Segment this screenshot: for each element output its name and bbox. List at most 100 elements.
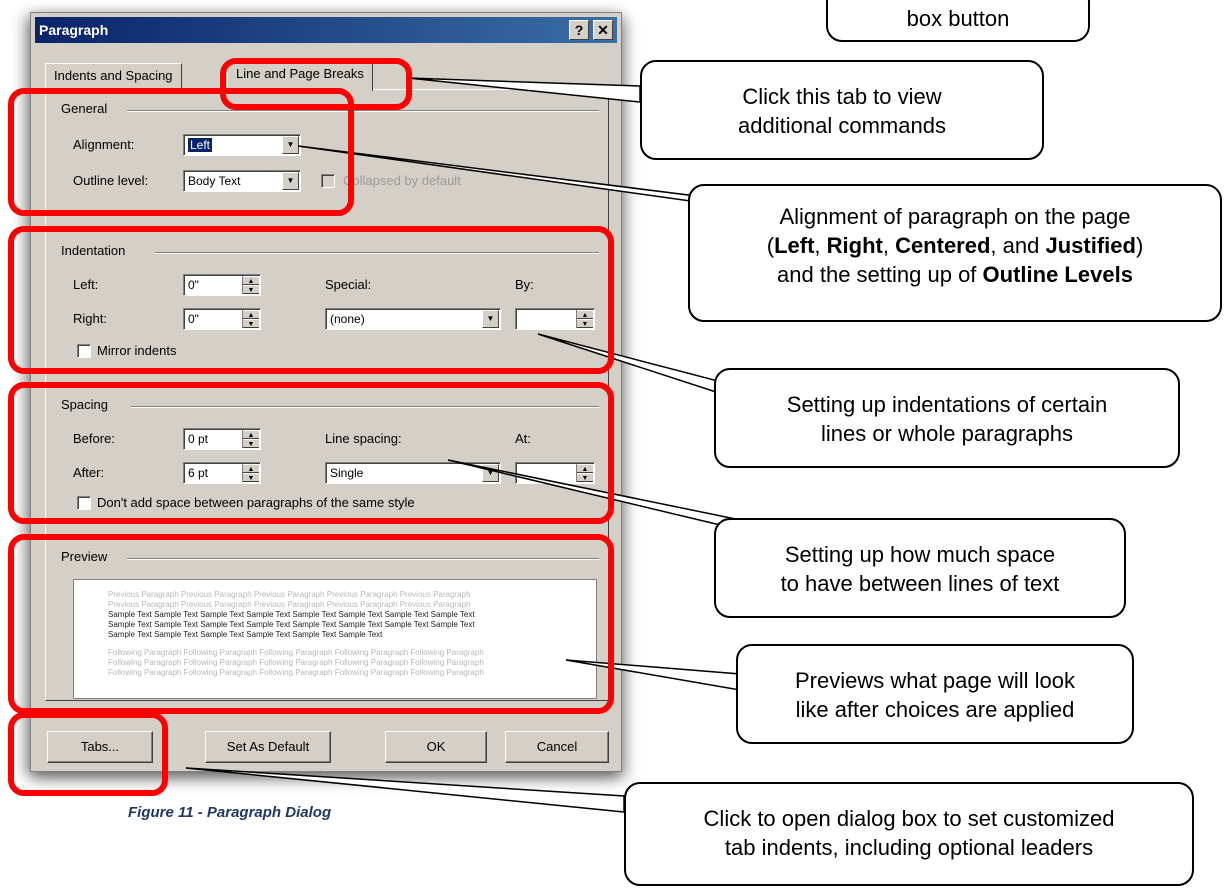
left-indent-spinner[interactable]: ▲ ▼ — [242, 276, 259, 294]
callout-spacing: Setting up how much space to have betwee… — [714, 518, 1126, 618]
chevron-down-icon[interactable]: ▼ — [482, 310, 499, 328]
callout-spacing-line: to have between lines of text — [780, 571, 1060, 596]
preview-sample-line: Sample Text Sample Text Sample Text Samp… — [108, 610, 475, 619]
paragraph-dialog: Paragraph ? ✕ Indents and Spacing Line a… — [30, 12, 622, 772]
right-indent-value: 0" — [188, 312, 199, 326]
callout-indentation-line: lines or whole paragraphs — [821, 421, 1073, 446]
dont-add-space-label: Don't add space between paragraphs of th… — [97, 495, 415, 510]
title-bar: Paragraph ? ✕ — [35, 17, 617, 43]
callout-tab-line: additional commands — [738, 113, 946, 138]
callout-preview: Previews what page will look like after … — [736, 644, 1134, 744]
callout-tabs-line: tab indents, including optional leaders — [724, 835, 1094, 860]
spacing-divider — [131, 406, 599, 408]
line-spacing-select[interactable]: Single ▼ — [325, 462, 501, 484]
cancel-button[interactable]: Cancel — [505, 731, 609, 763]
figure-caption: Figure 11 - Paragraph Dialog — [128, 804, 332, 821]
chevron-down-icon[interactable]: ▼ — [482, 464, 499, 482]
paren-close: ) — [1135, 233, 1144, 258]
tabs-button[interactable]: Tabs... — [47, 731, 153, 763]
right-indent-spinner[interactable]: ▲ ▼ — [242, 310, 259, 328]
right-indent-label: Right: — [73, 311, 107, 326]
general-divider — [127, 110, 599, 112]
callout-alignment: Alignment of paragraph on the page (Left… — [688, 184, 1222, 322]
callout-tabs-line: Click to open dialog box to set customiz… — [703, 806, 1115, 831]
before-label: Before: — [73, 431, 115, 446]
preview-previous-line: Previous Paragraph Previous Paragraph Pr… — [108, 600, 471, 609]
callout-top-text: box button — [906, 6, 1010, 31]
bold-right: Right — [826, 233, 883, 258]
after-value: 6 pt — [188, 466, 209, 480]
special-value: (none) — [330, 312, 365, 326]
after-input[interactable]: 6 pt ▲ ▼ — [183, 462, 261, 484]
special-select[interactable]: (none) ▼ — [325, 308, 501, 330]
before-spinner[interactable]: ▲ ▼ — [242, 430, 259, 448]
callout-tab: Click this tab to view additional comman… — [640, 60, 1044, 160]
paren-open: ( — [766, 233, 775, 258]
mirror-indents-checkbox[interactable] — [77, 344, 91, 358]
at-input[interactable]: ▲ ▼ — [515, 462, 595, 484]
preview-following-line: Following Paragraph Following Paragraph … — [108, 658, 484, 667]
outline-level-value: Body Text — [188, 174, 241, 188]
alignment-select[interactable]: Left ▼ — [183, 134, 301, 156]
tab-indents-and-spacing[interactable]: Indents and Spacing — [45, 63, 182, 89]
line-spacing-value: Single — [330, 466, 364, 480]
at-label: At: — [515, 431, 531, 446]
outline-level-label: Outline level: — [73, 173, 149, 188]
callout-indentation: Setting up indentations of certain lines… — [714, 368, 1180, 468]
dialog-title: Paragraph — [39, 22, 109, 38]
callout-tabs: Click to open dialog box to set customiz… — [624, 782, 1194, 886]
preview-sample-line: Sample Text Sample Text Sample Text Samp… — [108, 630, 383, 639]
before-value: 0 pt — [188, 432, 209, 446]
set-as-default-button[interactable]: Set As Default — [205, 731, 331, 763]
bold-outline-levels: Outline Levels — [982, 262, 1133, 287]
bold-left: Left — [774, 233, 815, 258]
indentation-divider — [155, 252, 599, 254]
preview-group-label: Preview — [61, 549, 114, 564]
close-icon: ✕ — [597, 22, 609, 38]
bold-centered: Centered — [895, 233, 991, 258]
sep: , — [882, 233, 896, 258]
sep: , and — [990, 233, 1046, 258]
indentation-group-label: Indentation — [61, 243, 132, 258]
mirror-indents-label: Mirror indents — [97, 343, 177, 358]
collapsed-checkbox[interactable] — [321, 174, 335, 188]
sep: , — [814, 233, 827, 258]
left-indent-input[interactable]: 0" ▲ ▼ — [183, 274, 261, 296]
callout-alignment-line: (Left, Right, Centered, and Justified) — [690, 231, 1220, 260]
preview-divider — [127, 558, 599, 560]
left-indent-label: Left: — [73, 277, 99, 292]
special-label: Special: — [325, 277, 372, 292]
at-spinner[interactable]: ▲ ▼ — [576, 464, 593, 482]
preview-following-line: Following Paragraph Following Paragraph … — [108, 668, 484, 677]
after-spinner[interactable]: ▲ ▼ — [242, 464, 259, 482]
left-indent-value: 0" — [188, 278, 199, 292]
dont-add-space-checkbox[interactable] — [77, 496, 91, 510]
chevron-down-icon[interactable]: ▼ — [282, 172, 299, 190]
collapsed-label: Collapsed by default — [343, 173, 461, 188]
callout-preview-line: like after choices are applied — [795, 697, 1075, 722]
by-spinner[interactable]: ▲ ▼ — [576, 310, 593, 328]
preview-following-line: Following Paragraph Following Paragraph … — [108, 648, 484, 657]
by-input[interactable]: ▲ ▼ — [515, 308, 595, 330]
before-input[interactable]: 0 pt ▲ ▼ — [183, 428, 261, 450]
callout-indentation-line: Setting up indentations of certain — [786, 392, 1108, 417]
preview-pane: Previous Paragraph Previous Paragraph Pr… — [73, 579, 597, 699]
alignment-value: Left — [188, 138, 213, 152]
callout-tab-line: Click this tab to view — [742, 84, 942, 109]
close-button[interactable]: ✕ — [593, 20, 613, 40]
callout-spacing-line: Setting up how much space — [784, 542, 1056, 567]
callout-alignment-line: and the setting up of Outline Levels — [690, 260, 1220, 289]
chevron-down-icon[interactable]: ▼ — [282, 136, 299, 154]
tab-line-and-page-breaks[interactable]: Line and Page Breaks — [227, 61, 373, 91]
right-indent-input[interactable]: 0" ▲ ▼ — [183, 308, 261, 330]
line3-prefix: and the setting up of — [777, 262, 983, 287]
preview-sample-line: Sample Text Sample Text Sample Text Samp… — [108, 620, 475, 629]
preview-previous-line: Previous Paragraph Previous Paragraph Pr… — [108, 590, 471, 599]
help-button[interactable]: ? — [569, 20, 589, 40]
by-label: By: — [515, 277, 534, 292]
spacing-group-label: Spacing — [61, 397, 114, 412]
outline-level-select[interactable]: Body Text ▼ — [183, 170, 301, 192]
ok-button[interactable]: OK — [385, 731, 487, 763]
after-label: After: — [73, 465, 105, 480]
callout-alignment-line: Alignment of paragraph on the page — [779, 204, 1131, 229]
